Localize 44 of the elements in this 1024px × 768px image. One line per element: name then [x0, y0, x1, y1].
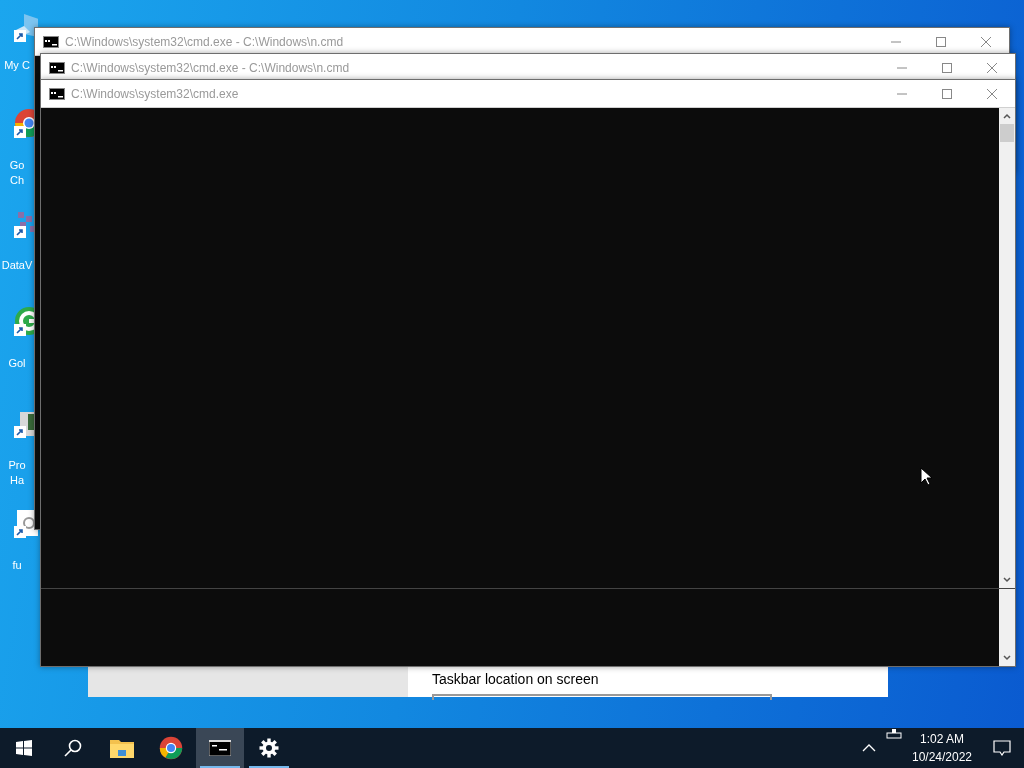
windows-start-icon: [16, 740, 32, 756]
scroll-down-icon[interactable]: [1002, 576, 1012, 584]
browser-icon: [159, 736, 183, 760]
time-text: 1:02 AM: [920, 731, 964, 748]
desktop-icon-label: Gol: [7, 356, 27, 371]
desktop-icon-label: Ch: [8, 173, 26, 188]
window-title: C:\Windows\system32\cmd.exe - C:\Windows\n.cmd: [71, 59, 350, 77]
search-icon: [64, 739, 82, 757]
date-text: 10/24/2022: [911, 749, 973, 766]
maximize-icon: [934, 35, 947, 48]
close-icon: [986, 87, 998, 100]
close-icon: [986, 61, 998, 74]
chevron-up-icon: [862, 744, 876, 752]
setting-label: Taskbar location on screen: [432, 670, 599, 689]
desktop-icon-label: Go: [8, 158, 26, 173]
title-bar[interactable]: C:\Windows\system32\cmd.exe - C:\Windows\n.cmd: [41, 54, 1015, 82]
title-bar[interactable]: C:\Windows\system32\cmd.exe: [41, 80, 1015, 108]
scrollbar[interactable]: [999, 108, 1015, 588]
console-icon: [49, 87, 65, 100]
scrollbar[interactable]: [999, 589, 1015, 666]
console-icon: [209, 740, 231, 756]
desktop-icon-label: fu: [11, 558, 23, 573]
console-icon: [43, 35, 59, 48]
maximize-icon: [940, 87, 953, 100]
window-title: C:\Windows\system32\cmd.exe - C:\Windows\n.cmd: [65, 33, 344, 51]
speech-bubble-icon: [993, 740, 1011, 756]
close-icon: [980, 35, 992, 48]
scroll-thumb[interactable]: [1000, 124, 1014, 142]
dropdown[interactable]: [432, 694, 772, 700]
desktop-icon-label: DataV: [1, 258, 33, 273]
scroll-down-icon[interactable]: [1002, 654, 1012, 662]
folder-icon: [110, 738, 134, 758]
mouse-cursor-icon: [920, 467, 932, 486]
window-title: C:\Windows\system32\cmd.exe: [71, 85, 239, 103]
maximize-icon: [940, 61, 953, 74]
console-icon: [49, 61, 65, 74]
desktop-icon-label: My C: [3, 58, 31, 73]
console-button[interactable]: [196, 728, 244, 768]
settings-icon: [259, 738, 279, 758]
title-bar[interactable]: C:\Windows\system32\cmd.exe - C:\Windows\n.cmd: [35, 28, 1009, 56]
desktop-icon-label: Ha: [8, 473, 26, 488]
desktop-icon-label: Pro: [7, 458, 27, 473]
scroll-up-icon[interactable]: [1002, 112, 1012, 120]
clock[interactable]: 1:02 AM 10/24/2022: [904, 728, 980, 768]
